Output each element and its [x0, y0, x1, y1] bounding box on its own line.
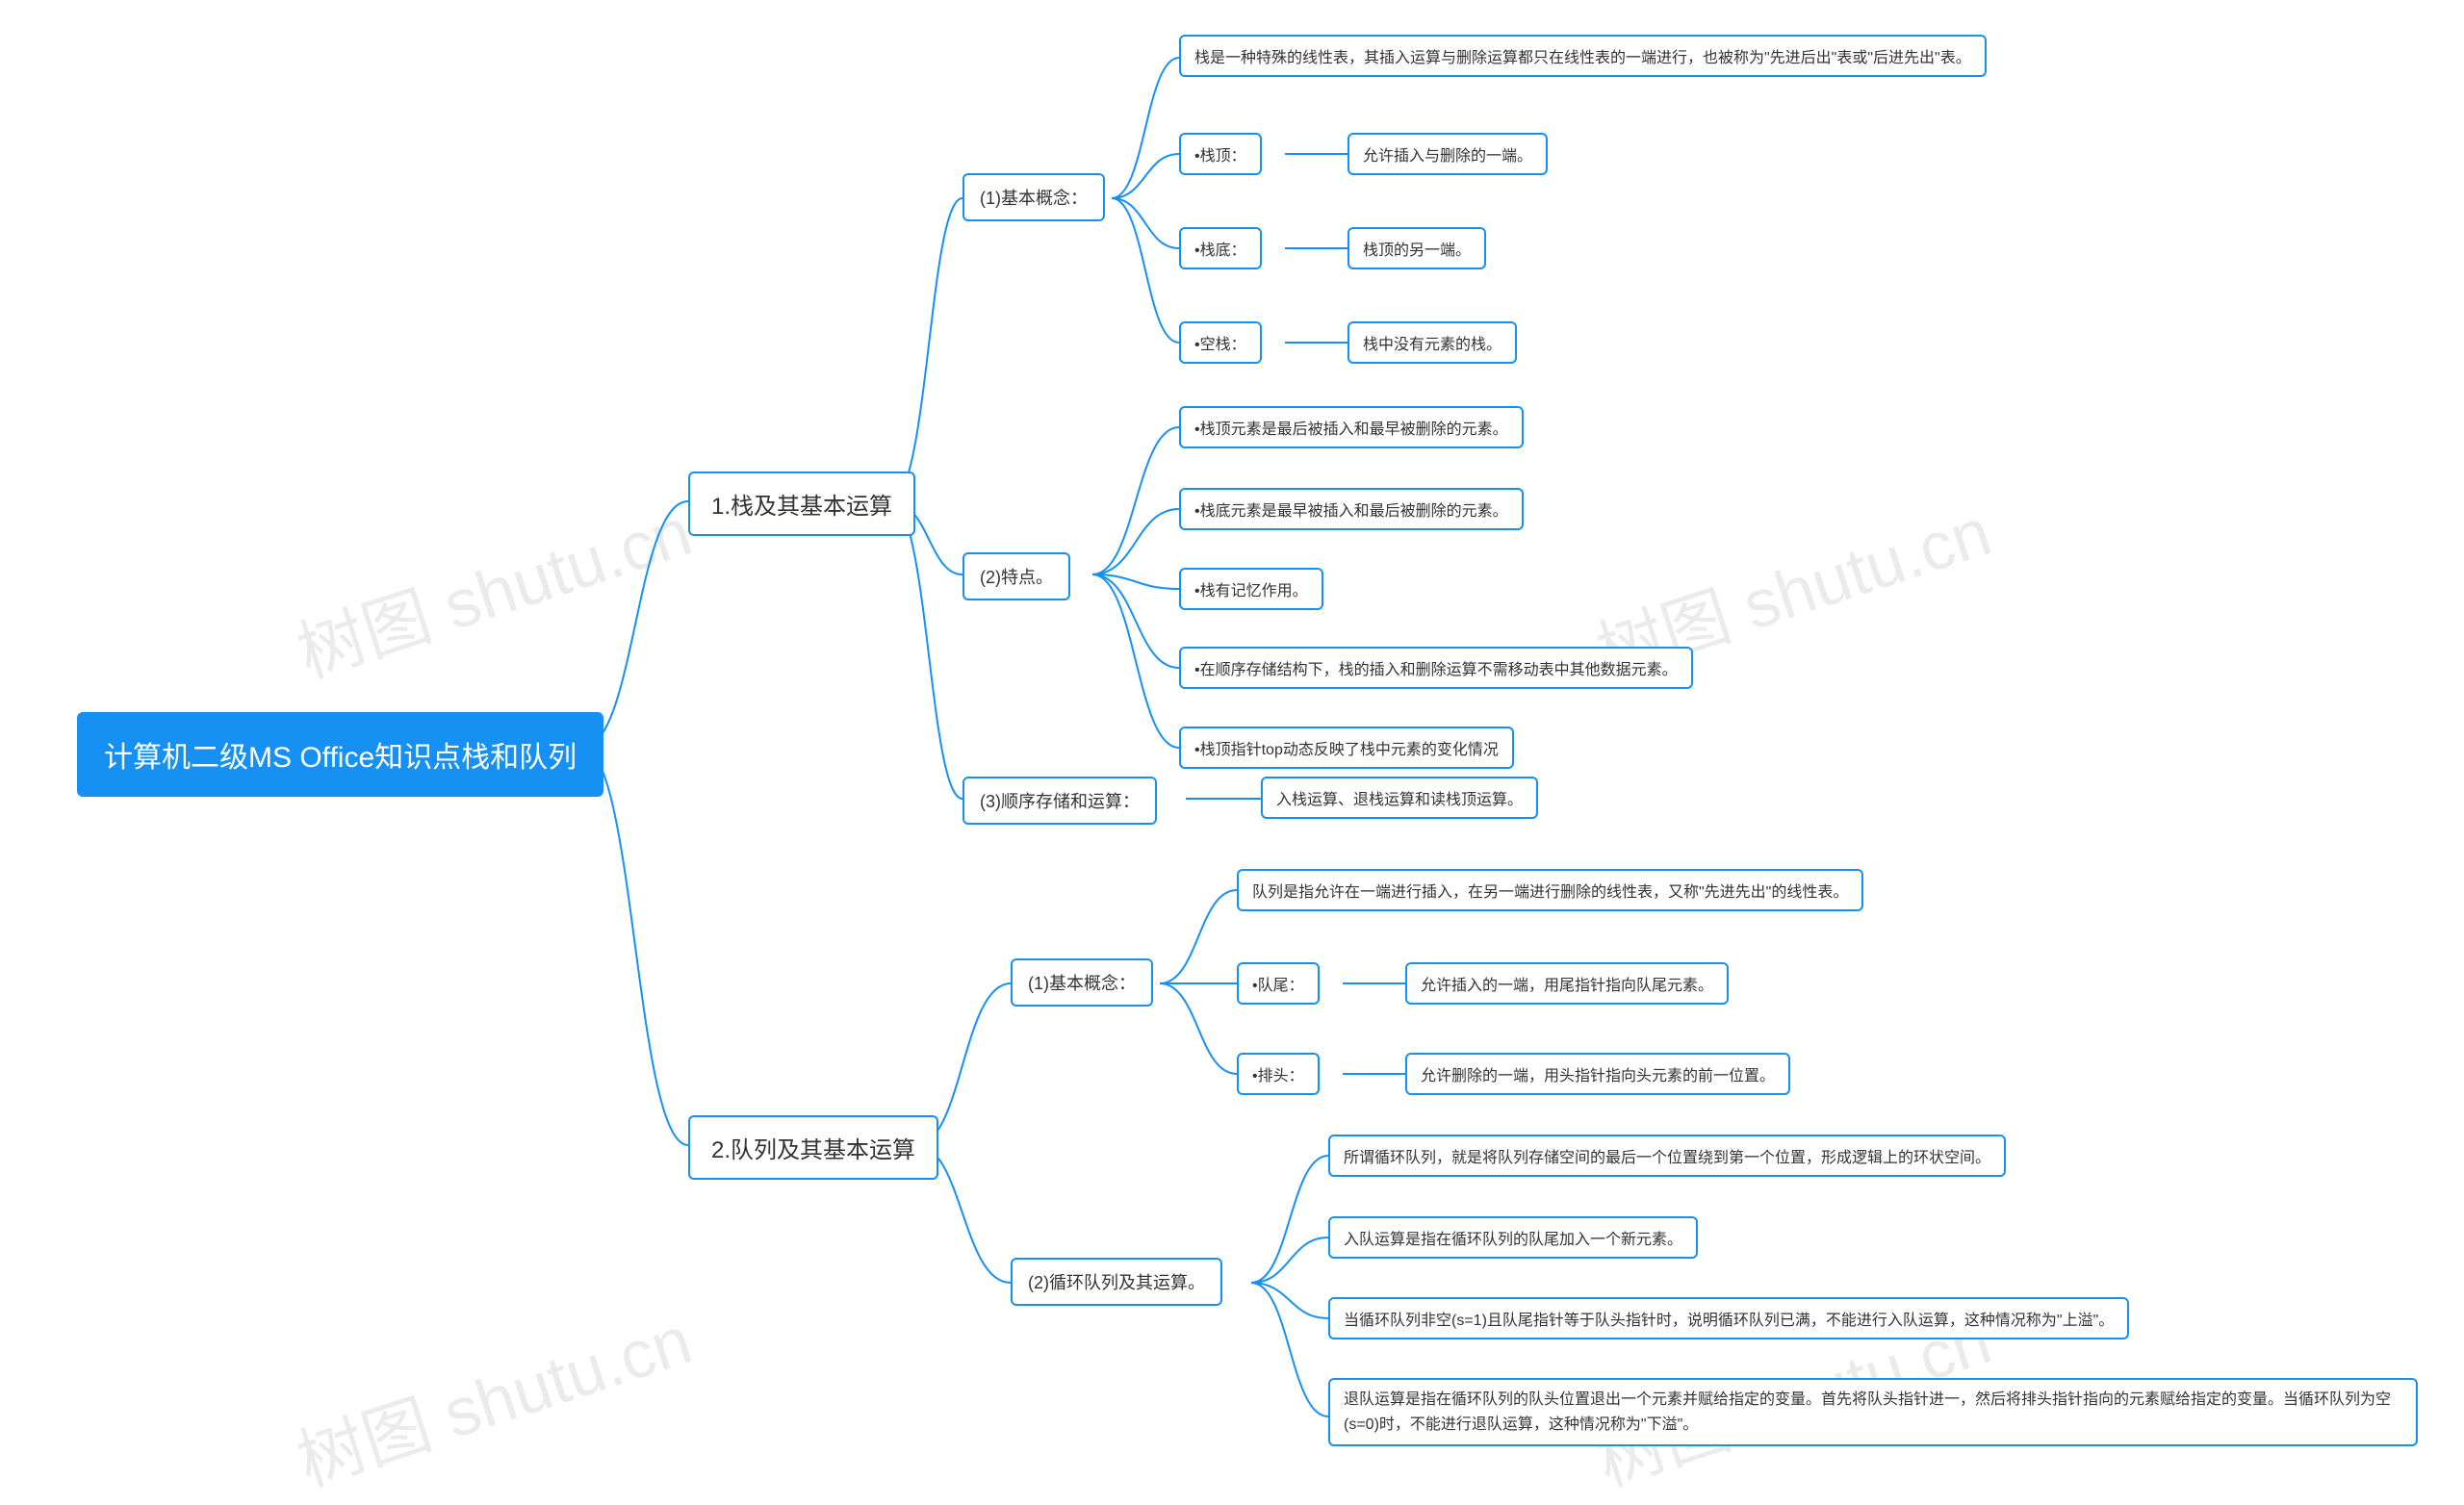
node-stack-bottom[interactable]: •栈底： [1179, 227, 1262, 269]
node-stack-bottom-desc[interactable]: 栈顶的另一端。 [1348, 227, 1486, 269]
node-queue-circular[interactable]: (2)循环队列及其运算。 [1011, 1258, 1222, 1306]
node-queue-front-desc[interactable]: 允许删除的一端，用头指针指向头元素的前一位置。 [1405, 1053, 1790, 1095]
node-stack-basic[interactable]: (1)基本概念： [962, 173, 1105, 221]
node-stack-def[interactable]: 栈是一种特殊的线性表，其插入运算与删除运算都只在线性表的一端进行，也被称为"先进… [1179, 35, 1987, 77]
node-stack-feat-e[interactable]: •栈顶指针top动态反映了栈中元素的变化情况 [1179, 727, 1514, 769]
node-queue-def[interactable]: 队列是指允许在一端进行插入，在另一端进行删除的线性表，又称"先进先出"的线性表。 [1237, 869, 1863, 911]
node-stack-features[interactable]: (2)特点。 [962, 552, 1070, 600]
node-queue-front[interactable]: •排头： [1237, 1053, 1320, 1095]
watermark: 树图 shutu.cn [284, 1287, 703, 1505]
root-node[interactable]: 计算机二级MS Office知识点栈和队列 [77, 712, 603, 797]
node-stack[interactable]: 1.栈及其基本运算 [688, 472, 915, 536]
node-stack-storage[interactable]: (3)顺序存储和运算： [962, 777, 1157, 825]
node-stack-feat-a[interactable]: •栈顶元素是最后被插入和最早被删除的元素。 [1179, 406, 1524, 448]
node-stack-feat-c[interactable]: •栈有记忆作用。 [1179, 568, 1323, 610]
node-queue-circ-b[interactable]: 入队运算是指在循环队列的队尾加入一个新元素。 [1328, 1216, 1698, 1259]
node-queue-rear[interactable]: •队尾： [1237, 962, 1320, 1005]
watermark: 树图 shutu.cn [284, 478, 703, 697]
node-queue-circ-d[interactable]: 退队运算是指在循环队列的队头位置退出一个元素并赋给指定的变量。首先将队头指针进一… [1328, 1378, 2418, 1446]
node-stack-feat-b[interactable]: •栈底元素是最早被插入和最后被删除的元素。 [1179, 488, 1524, 530]
node-queue-circ-c[interactable]: 当循环队列非空(s=1)且队尾指针等于队头指针时，说明循环队列已满，不能进行入队… [1328, 1297, 2129, 1339]
node-stack-empty-desc[interactable]: 栈中没有元素的栈。 [1348, 321, 1517, 364]
node-stack-top-desc[interactable]: 允许插入与删除的一端。 [1348, 133, 1548, 175]
mindmap-canvas: { "watermarks": ["树图 shutu.cn","树图 shutu… [0, 0, 2464, 1491]
node-stack-top[interactable]: •栈顶： [1179, 133, 1262, 175]
node-queue-circ-a[interactable]: 所谓循环队列，就是将队列存储空间的最后一个位置绕到第一个位置，形成逻辑上的环状空… [1328, 1135, 2006, 1177]
node-queue[interactable]: 2.队列及其基本运算 [688, 1115, 938, 1180]
node-stack-empty[interactable]: •空栈： [1179, 321, 1262, 364]
node-queue-basic[interactable]: (1)基本概念： [1011, 958, 1153, 1007]
node-queue-rear-desc[interactable]: 允许插入的一端，用尾指针指向队尾元素。 [1405, 962, 1729, 1005]
node-stack-storage-ops[interactable]: 入栈运算、退栈运算和读栈顶运算。 [1261, 777, 1538, 819]
node-stack-feat-d[interactable]: •在顺序存储结构下，栈的插入和删除运算不需移动表中其他数据元素。 [1179, 647, 1693, 689]
